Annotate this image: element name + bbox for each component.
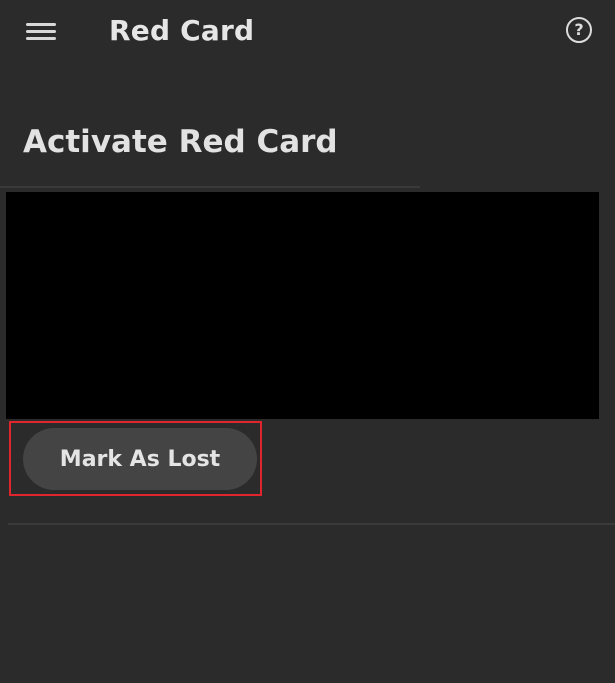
mark-as-lost-button[interactable]: Mark As Lost	[23, 428, 257, 490]
menu-icon-bar	[26, 30, 56, 33]
section-title: Activate Red Card	[23, 124, 338, 160]
divider	[0, 186, 420, 188]
card-image-area	[6, 192, 599, 419]
divider	[8, 523, 615, 525]
app-title: Red Card	[109, 14, 255, 47]
menu-icon-bar	[26, 37, 56, 40]
app-header: Red Card ?	[0, 0, 615, 66]
app-screen: Red Card ? Activate Red Card Mark As Los…	[0, 0, 615, 683]
hamburger-menu-icon[interactable]	[26, 20, 56, 42]
question-circle-icon[interactable]: ?	[566, 17, 592, 43]
menu-icon-bar	[26, 23, 56, 26]
